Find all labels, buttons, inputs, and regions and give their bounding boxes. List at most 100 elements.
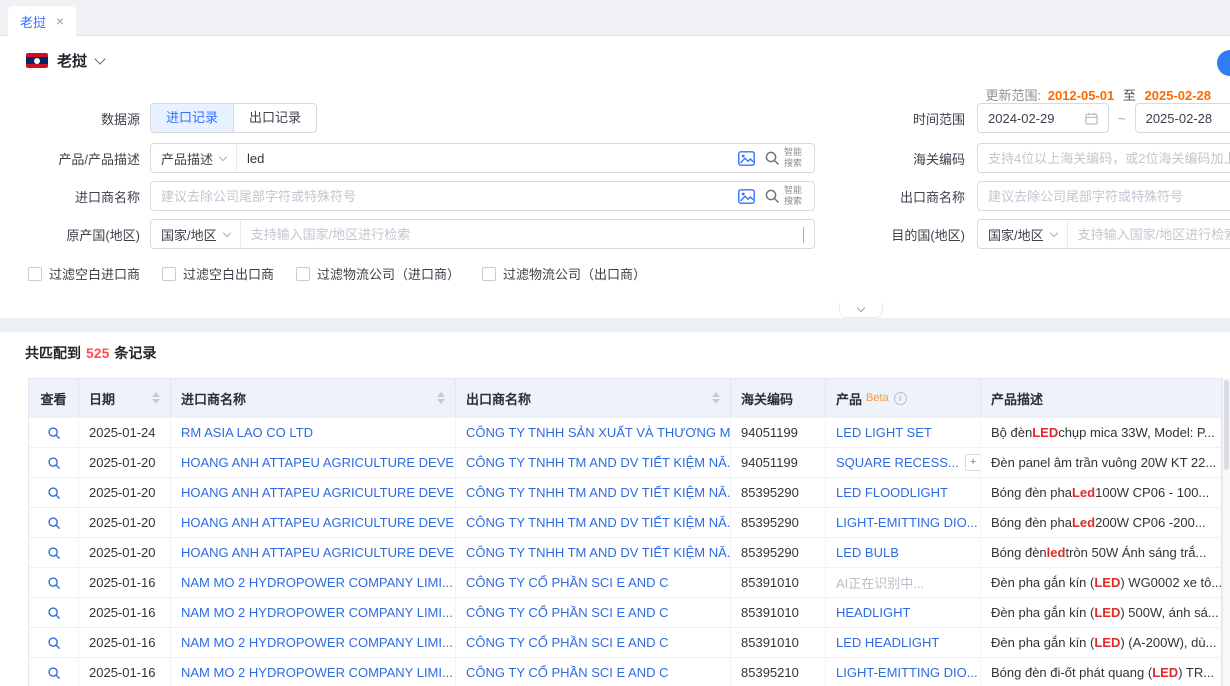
- product-link[interactable]: LED HEADLIGHT: [836, 635, 939, 650]
- view-detail-button[interactable]: [29, 568, 79, 597]
- image-search-icon[interactable]: [738, 151, 755, 166]
- importer-link[interactable]: NAM MO 2 HYDROPOWER COMPANY LIMI...: [171, 658, 456, 686]
- checkbox-icon[interactable]: [162, 267, 176, 281]
- importer-link[interactable]: HOANG ANH ATTAPEU AGRICULTURE DEVE...: [171, 478, 456, 507]
- time-range-separator: ~: [1118, 111, 1126, 126]
- row-date: 2025-01-16: [79, 568, 171, 597]
- table-row: 2025-01-20HOANG ANH ATTAPEU AGRICULTURE …: [29, 477, 1221, 507]
- checkbox-label: 过滤物流公司（出口商）: [503, 264, 646, 283]
- filter-checkbox-item[interactable]: 过滤物流公司（进口商）: [296, 264, 460, 283]
- importer-link[interactable]: HOANG ANH ATTAPEU AGRICULTURE DEVE...: [171, 508, 456, 537]
- checkbox-icon[interactable]: [28, 267, 42, 281]
- time-range-start-input[interactable]: 2024-02-29: [977, 103, 1109, 133]
- destination-country-select[interactable]: 国家/地区: [978, 220, 1068, 248]
- tab-export-records[interactable]: 出口记录: [233, 104, 316, 132]
- importer-link[interactable]: HOANG ANH ATTAPEU AGRICULTURE DEVE...: [171, 448, 456, 477]
- origin-country-input[interactable]: [241, 221, 803, 247]
- exporter-link[interactable]: CÔNG TY TNHH TM AND DV TIẾT KIỆM NĂ...: [456, 538, 731, 567]
- product-link[interactable]: LIGHT-EMITTING DIO...: [836, 515, 978, 530]
- data-source-toggle: 进口记录 出口记录: [150, 103, 317, 133]
- time-range-end-input[interactable]: 2025-02-28: [1135, 103, 1230, 133]
- exporter-link[interactable]: CÔNG TY TNHH TM AND DV TIẾT KIỆM NĂ...: [456, 448, 731, 477]
- results-summary: 共匹配到525条记录: [25, 343, 156, 363]
- product-link[interactable]: LIGHT-EMITTING DIO...: [836, 665, 978, 680]
- importer-search-group: 智能搜索: [150, 181, 815, 211]
- destination-country-group: 国家/地区: [977, 219, 1230, 249]
- hs-code-value: 94051199: [731, 448, 826, 477]
- collapse-filters-button[interactable]: [839, 303, 883, 318]
- row-date: 2025-01-20: [79, 508, 171, 537]
- exporter-link[interactable]: CÔNG TY TNHH TM AND DV TIẾT KIỆM NĂ...: [456, 478, 731, 507]
- tab-close-icon[interactable]: ×: [56, 14, 64, 28]
- exporter-link[interactable]: CÔNG TY TNHH TM AND DV TIẾT KIỆM NĂ...: [456, 508, 731, 537]
- product-link[interactable]: LED LIGHT SET: [836, 425, 932, 440]
- exporter-link[interactable]: CÔNG TY CỔ PHẦN SCI E AND C: [456, 568, 731, 597]
- filter-checkbox-item[interactable]: 过滤空白出口商: [162, 264, 274, 283]
- tab-laos[interactable]: 老挝 ×: [8, 6, 76, 36]
- image-search-icon[interactable]: [738, 189, 755, 204]
- view-detail-button[interactable]: [29, 508, 79, 537]
- filter-checkbox-item[interactable]: 过滤空白进口商: [28, 264, 140, 283]
- exporter-label: 出口商名称: [860, 187, 965, 206]
- sort-importer-icon[interactable]: [431, 392, 445, 404]
- product-field-select[interactable]: 产品描述: [151, 144, 237, 172]
- hs-code-value: 85395210: [731, 658, 826, 686]
- product-link[interactable]: LED BULB: [836, 545, 899, 560]
- view-detail-button[interactable]: [29, 418, 79, 447]
- table-row: 2025-01-16NAM MO 2 HYDROPOWER COMPANY LI…: [29, 657, 1221, 686]
- table-row: 2025-01-20HOANG ANH ATTAPEU AGRICULTURE …: [29, 507, 1221, 537]
- laos-flag-icon: [26, 53, 48, 68]
- tab-import-records[interactable]: 进口记录: [151, 104, 233, 132]
- product-more-badge[interactable]: + 1: [965, 454, 981, 471]
- product-description: Đèn pha gắn kín (LED) 500W, ánh sá...: [981, 598, 1221, 627]
- importer-link[interactable]: NAM MO 2 HYDROPOWER COMPANY LIMI...: [171, 568, 456, 597]
- table-row: 2025-01-16NAM MO 2 HYDROPOWER COMPANY LI…: [29, 597, 1221, 627]
- destination-country-input[interactable]: [1068, 221, 1230, 247]
- beta-badge: Beta: [866, 392, 889, 404]
- hs-code-value: 94051199: [731, 418, 826, 447]
- product-ai-pending: AI正在识别中...: [836, 573, 924, 592]
- hs-code-input[interactable]: [977, 143, 1230, 173]
- exporter-link[interactable]: CÔNG TY CỔ PHẦN SCI E AND C: [456, 658, 731, 686]
- smart-search-button[interactable]: 智能搜索: [764, 185, 804, 208]
- country-selector[interactable]: 老挝: [26, 50, 104, 71]
- exporter-link[interactable]: CÔNG TY TNHH SẢN XUẤT VÀ THƯƠNG M...: [456, 418, 731, 447]
- product-link[interactable]: SQUARE RECESS...: [836, 455, 959, 470]
- importer-link[interactable]: RM ASIA LAO CO LTD: [171, 418, 456, 447]
- view-detail-button[interactable]: [29, 598, 79, 627]
- product-link[interactable]: HEADLIGHT: [836, 605, 910, 620]
- product-search-input[interactable]: [237, 145, 728, 171]
- importer-link[interactable]: NAM MO 2 HYDROPOWER COMPANY LIMI...: [171, 598, 456, 627]
- importer-name-input[interactable]: [151, 183, 728, 209]
- view-detail-button[interactable]: [29, 628, 79, 657]
- product-link[interactable]: LED FLOODLIGHT: [836, 485, 948, 500]
- view-detail-button[interactable]: [29, 478, 79, 507]
- checkbox-icon[interactable]: [482, 267, 496, 281]
- sort-exporter-icon[interactable]: [706, 392, 720, 404]
- importer-label: 进口商名称: [0, 187, 140, 206]
- vertical-scrollbar[interactable]: [1222, 378, 1230, 686]
- importer-link[interactable]: NAM MO 2 HYDROPOWER COMPANY LIMI...: [171, 628, 456, 657]
- view-detail-button[interactable]: [29, 448, 79, 477]
- chevron-down-icon[interactable]: [803, 227, 804, 243]
- smart-search-button[interactable]: 智能搜索: [764, 147, 804, 170]
- section-divider: [0, 318, 1230, 332]
- product-description: Đèn pha gắn kín (LED) WG0002 xe tô...: [981, 568, 1221, 597]
- results-count: 525: [86, 345, 109, 361]
- exporter-link[interactable]: CÔNG TY CỔ PHẦN SCI E AND C: [456, 628, 731, 657]
- view-detail-button[interactable]: [29, 538, 79, 567]
- origin-country-select[interactable]: 国家/地区: [151, 220, 241, 248]
- help-floating-button[interactable]: [1217, 50, 1230, 76]
- update-range-from: 2012-05-01: [1048, 88, 1115, 103]
- exporter-link[interactable]: CÔNG TY CỔ PHẦN SCI E AND C: [456, 598, 731, 627]
- scrollbar-thumb[interactable]: [1224, 380, 1229, 470]
- sort-date-icon[interactable]: [146, 392, 160, 404]
- view-detail-button[interactable]: [29, 658, 79, 686]
- importer-link[interactable]: HOANG ANH ATTAPEU AGRICULTURE DEVE...: [171, 538, 456, 567]
- exporter-name-input[interactable]: [977, 181, 1230, 211]
- product-description: Đèn pha gắn kín (LED) (A-200W), dù...: [981, 628, 1221, 657]
- checkbox-icon[interactable]: [296, 267, 310, 281]
- filter-checkbox-item[interactable]: 过滤物流公司（出口商）: [482, 264, 646, 283]
- info-icon[interactable]: i: [894, 392, 907, 405]
- col-description: 产品描述: [991, 389, 1043, 408]
